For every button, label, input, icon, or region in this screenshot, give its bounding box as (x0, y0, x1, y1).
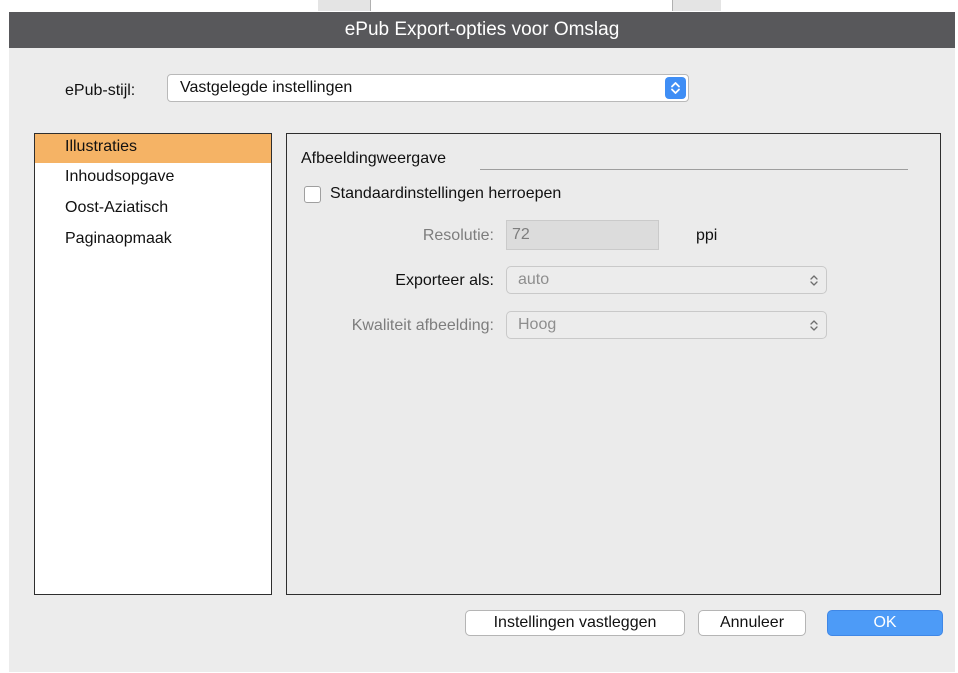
background-window-strip (0, 0, 958, 12)
quality-value: Hoog (518, 316, 557, 333)
resolution-value: 72 (512, 226, 530, 243)
export-options-dialog: ePub Export-opties voor Omslag ePub-stij… (9, 12, 955, 672)
sidebar-item-label: Inhoudsopgave (65, 168, 175, 185)
sidebar-item-label: Oost-Aziatisch (65, 199, 169, 216)
reset-defaults-label[interactable]: Standaardinstellingen herroepen (330, 185, 561, 203)
sidebar-item-paginaopmaak[interactable]: Paginaopmaak (35, 226, 271, 255)
epub-style-value: Vastgelegde instellingen (180, 79, 353, 96)
select-stepper-icon[interactable] (665, 77, 686, 99)
sidebar-item-label: Illustraties (65, 138, 138, 155)
export-as-label: Exporteer als: (395, 272, 494, 289)
category-sidebar: Illustraties Inhoudsopgave Oost-Aziatisc… (34, 133, 272, 595)
chevron-updown-icon (810, 320, 818, 331)
background-tab (672, 0, 721, 11)
save-settings-label: Instellingen vastleggen (493, 614, 657, 631)
quality-label: Kwaliteit afbeelding: (351, 317, 494, 334)
save-settings-button[interactable]: Instellingen vastleggen (465, 610, 685, 636)
export-as-select: auto (506, 266, 827, 294)
dialog-title: ePub Export-opties voor Omslag (344, 19, 620, 40)
cancel-label: Annuleer (719, 614, 785, 631)
sidebar-item-label: Paginaopmaak (65, 230, 172, 247)
epub-style-select[interactable]: Vastgelegde instellingen (167, 74, 689, 102)
cancel-button[interactable]: Annuleer (698, 610, 806, 636)
ok-button[interactable]: OK (827, 610, 943, 636)
reset-defaults-checkbox[interactable] (304, 186, 321, 203)
resolution-label: Resolutie: (422, 227, 494, 244)
background-tab (318, 0, 371, 11)
resolution-unit: ppi (696, 227, 718, 244)
chevron-updown-icon (810, 275, 818, 286)
epub-style-label: ePub-stijl: (65, 82, 136, 99)
dialog-titlebar[interactable]: ePub Export-opties voor Omslag (9, 12, 955, 48)
sidebar-item-inhoudsopgave[interactable]: Inhoudsopgave (35, 164, 271, 193)
settings-panel: Afbeeldingweergave Standaardinstellingen… (286, 133, 941, 595)
resolution-field: 72 (506, 220, 659, 250)
sidebar-item-illustraties[interactable]: Illustraties (35, 134, 271, 163)
export-as-value: auto (518, 271, 550, 288)
group-title: Afbeeldingweergave (301, 150, 446, 167)
sidebar-item-oost-aziatisch[interactable]: Oost-Aziatisch (35, 195, 271, 224)
ok-label: OK (873, 614, 897, 631)
group-divider (480, 169, 908, 170)
quality-select: Hoog (506, 311, 827, 339)
